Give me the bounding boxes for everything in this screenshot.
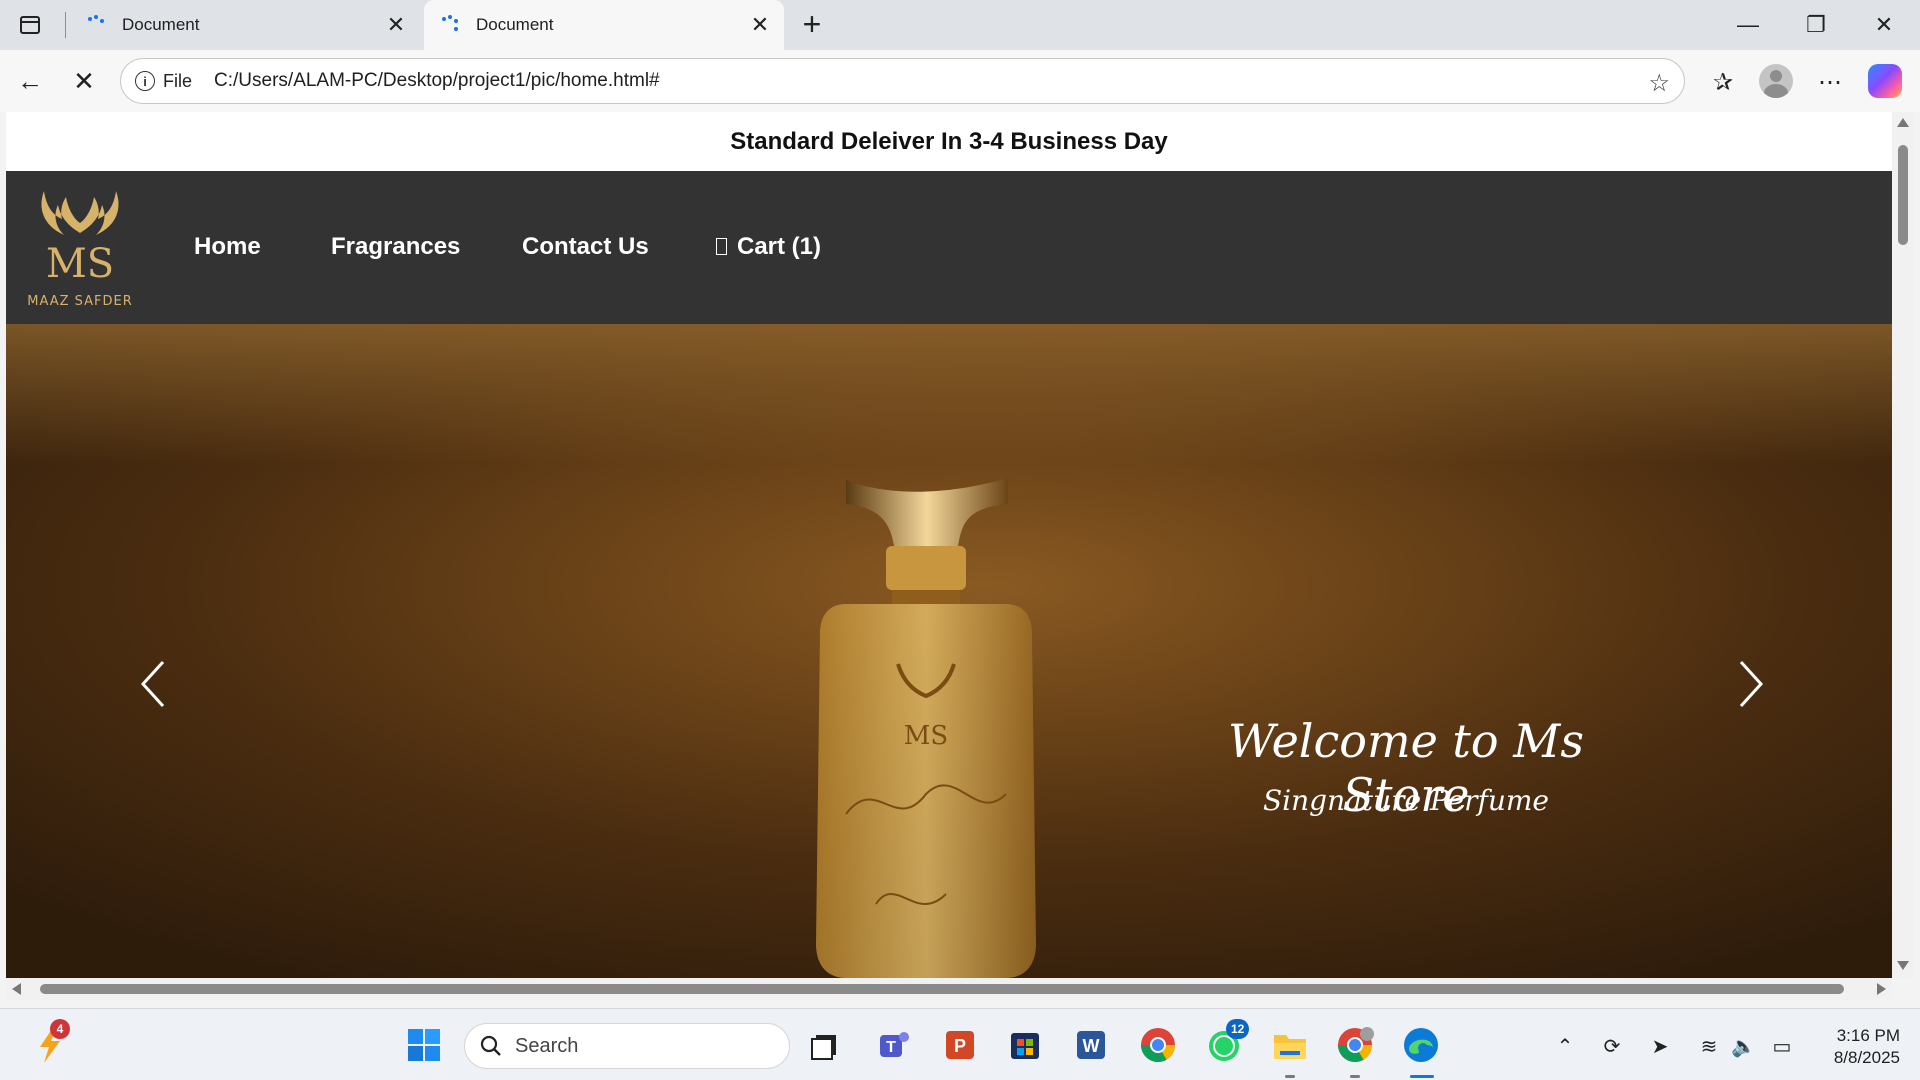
announcement-bar: Standard Deleiver In 3-4 Business Day — [6, 112, 1892, 171]
svg-text:MS: MS — [904, 721, 948, 751]
whatsapp-icon[interactable]: 12 — [1204, 1019, 1250, 1065]
vertical-scroll-thumb[interactable] — [1898, 145, 1908, 245]
new-tab-button[interactable]: + — [795, 8, 829, 42]
scroll-left-icon[interactable] — [12, 983, 21, 995]
wifi-icon[interactable]: ≋ — [1697, 1035, 1721, 1059]
svg-text:P: P — [954, 1036, 966, 1056]
address-bar-row: ← ✕ i File C:/Users/ALAM-PC/Desktop/proj… — [0, 50, 1920, 112]
nav-link-fragrances[interactable]: Fragrances — [331, 233, 460, 261]
nav-link-home[interactable]: Home — [194, 233, 261, 261]
nav-link-contact[interactable]: Contact Us — [522, 233, 649, 261]
address-bar[interactable]: i File C:/Users/ALAM-PC/Desktop/project1… — [120, 58, 1685, 104]
battery-icon[interactable]: ▭ — [1770, 1035, 1794, 1059]
search-placeholder: Search — [515, 1034, 579, 1057]
perfume-bottle-image: MS — [816, 478, 1036, 978]
svg-text:W: W — [1083, 1036, 1100, 1056]
antler-logo-icon: MS — [41, 191, 119, 287]
page-viewport: Standard Deleiver In 3-4 Business Day MS… — [6, 112, 1892, 978]
carousel-prev-icon[interactable] — [133, 654, 173, 714]
hero-carousel: MS Welcome to Ms Store Singnature Perfum… — [6, 324, 1892, 978]
site-navbar: MS MAAZ SAFDER Home Fragrances Contact U… — [6, 171, 1892, 324]
scheme-label: File — [163, 70, 193, 91]
sidebar-icon — [20, 16, 40, 34]
url-text[interactable]: C:/Users/ALAM-PC/Desktop/project1/pic/ho… — [214, 70, 660, 92]
powerpoint-icon[interactable]: P — [940, 1025, 980, 1065]
horizontal-scroll-thumb[interactable] — [40, 984, 1844, 994]
teams-icon[interactable]: T — [874, 1025, 914, 1065]
widgets-icon[interactable]: 4 — [30, 1019, 70, 1065]
more-options-icon[interactable]: ⋯ — [1812, 64, 1848, 100]
tab-document-2[interactable]: Document ✕ — [424, 0, 784, 50]
stop-loading-button[interactable]: ✕ — [66, 64, 102, 98]
close-tab-icon[interactable]: ✕ — [382, 11, 410, 39]
restore-button[interactable]: ❐ — [1782, 0, 1850, 50]
store-icon[interactable] — [1005, 1025, 1045, 1065]
brand-logo[interactable]: MS MAAZ SAFDER — [24, 185, 136, 309]
tab-divider — [65, 12, 66, 38]
active-indicator — [1410, 1075, 1434, 1078]
brand-logo-text: MAAZ SAFDER — [27, 294, 133, 309]
scroll-down-icon[interactable] — [1897, 961, 1909, 970]
notification-badge: 4 — [50, 1019, 70, 1039]
clock-time: 3:16 PM — [1836, 1026, 1900, 1045]
loading-icon — [440, 15, 460, 35]
copilot-icon[interactable] — [1868, 64, 1902, 98]
svg-text:T: T — [886, 1039, 896, 1056]
tab-actions-button[interactable] — [12, 10, 48, 40]
taskbar: 4 Search T P W 12 ⌃ ⟳ ➤ ≋ 🔈 ▭ 3:16 PM 8/… — [0, 1008, 1920, 1080]
whatsapp-badge: 12 — [1226, 1019, 1250, 1039]
volume-icon[interactable]: 🔈 — [1731, 1035, 1756, 1059]
running-indicator — [1285, 1075, 1295, 1078]
carousel-next-icon[interactable] — [1731, 654, 1771, 714]
vertical-scrollbar[interactable] — [1892, 112, 1914, 978]
location-icon[interactable]: ➤ — [1648, 1035, 1672, 1059]
svg-text:MS: MS — [46, 241, 114, 287]
scroll-right-icon[interactable] — [1877, 983, 1886, 995]
word-icon[interactable]: W — [1071, 1025, 1111, 1065]
favorite-star-icon[interactable]: ☆ — [1648, 69, 1670, 98]
clock-date: 8/8/2025 — [1833, 1048, 1900, 1067]
scroll-up-icon[interactable] — [1897, 118, 1909, 127]
tab-strip: Document ✕ Document ✕ + — ❐ ✕ — [0, 0, 1920, 50]
file-explorer-icon[interactable] — [1270, 1025, 1310, 1065]
info-icon[interactable]: i — [135, 71, 155, 91]
windows-icon — [408, 1029, 440, 1061]
favorites-icon[interactable]: ✰ — [1705, 64, 1741, 100]
edge-icon[interactable] — [1401, 1025, 1441, 1065]
minimize-button[interactable]: — — [1714, 0, 1782, 50]
task-view-icon[interactable] — [806, 1025, 846, 1065]
close-tab-icon[interactable]: ✕ — [746, 11, 774, 39]
back-button[interactable]: ← — [12, 64, 48, 98]
hero-subtitle: Singnature Perfume — [1262, 784, 1549, 817]
tab-title: Document — [122, 15, 200, 34]
chrome-profile-icon[interactable] — [1335, 1025, 1375, 1065]
close-window-button[interactable]: ✕ — [1850, 0, 1918, 50]
profile-avatar[interactable] — [1759, 64, 1793, 98]
chevron-up-icon[interactable]: ⌃ — [1553, 1035, 1577, 1059]
tab-document-1[interactable]: Document ✕ — [70, 0, 420, 50]
cart-label: Cart (1) — [737, 233, 822, 260]
taskbar-search[interactable]: Search — [464, 1023, 790, 1069]
search-icon — [480, 1035, 501, 1056]
horizontal-scrollbar[interactable] — [6, 978, 1892, 1000]
hero-glow — [6, 324, 1892, 464]
tab-title: Document — [476, 15, 554, 34]
loading-icon — [86, 15, 106, 35]
cart-icon — [716, 238, 727, 255]
running-indicator — [1350, 1075, 1360, 1078]
chrome-icon[interactable] — [1138, 1025, 1178, 1065]
start-button[interactable] — [404, 1025, 444, 1065]
system-clock[interactable]: 3:16 PM 8/8/2025 — [1810, 1025, 1900, 1069]
nav-link-cart[interactable]: Cart (1) — [716, 233, 821, 261]
sync-icon[interactable]: ⟳ — [1600, 1035, 1624, 1059]
